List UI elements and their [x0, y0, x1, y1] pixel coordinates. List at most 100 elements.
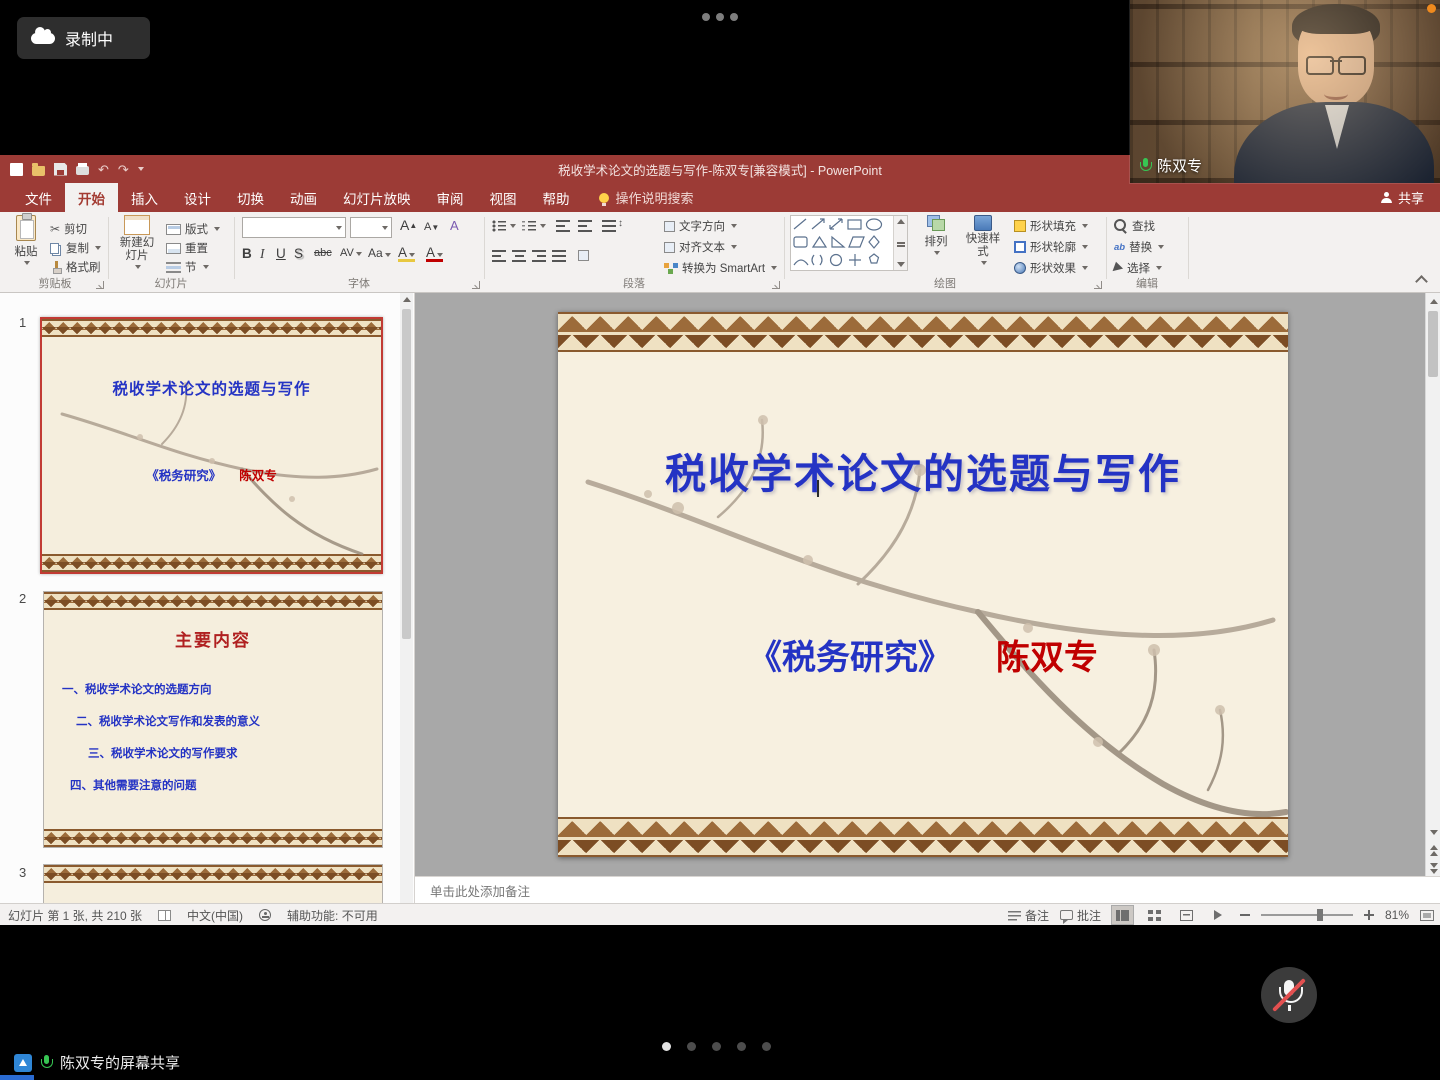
page-dot[interactable] [737, 1042, 746, 1051]
gallery-more-icon[interactable] [897, 242, 905, 244]
new-slide-button[interactable]: 新建幻灯片 [114, 215, 160, 269]
tab-animations[interactable]: 动画 [277, 183, 330, 212]
shape-fill-button[interactable]: 形状填充 [1014, 218, 1088, 234]
page-dot[interactable] [712, 1042, 721, 1051]
print-icon[interactable] [76, 166, 89, 175]
align-right-icon[interactable] [532, 250, 546, 262]
character-spacing-button[interactable]: AV [340, 246, 362, 261]
thumbnail-scrollbar[interactable] [400, 293, 413, 903]
align-left-icon[interactable] [492, 250, 506, 262]
gallery-scroll-down-icon[interactable] [897, 262, 905, 267]
thumb-scrollbar-thumb[interactable] [402, 309, 411, 639]
language-indicator[interactable]: 中文(中国) [187, 907, 243, 924]
text-shadow-button[interactable]: S [294, 246, 303, 261]
tab-insert[interactable]: 插入 [118, 183, 171, 212]
zoom-slider[interactable] [1261, 914, 1353, 916]
text-direction-button[interactable]: 文字方向 [664, 218, 737, 234]
replace-button[interactable]: ab替换 [1114, 239, 1164, 255]
align-text-button[interactable]: 对齐文本 [664, 239, 737, 255]
drawing-dialog-launcher-icon[interactable] [1094, 281, 1102, 289]
clear-format-button[interactable]: A [450, 218, 459, 233]
quick-styles-button[interactable]: 快速样式 [960, 215, 1006, 265]
reading-view-button[interactable] [1176, 906, 1197, 924]
editor-scrollbar[interactable] [1425, 293, 1440, 876]
open-file-icon[interactable] [32, 166, 45, 176]
slide-1-thumbnail[interactable]: 税收学术论文的选题与写作 《税务研究》陈双专 [40, 317, 383, 574]
tab-design[interactable]: 设计 [171, 183, 224, 212]
increase-indent-icon[interactable] [578, 220, 592, 232]
paste-button[interactable]: 粘贴 [6, 215, 46, 265]
paragraph-dialog-launcher-icon[interactable] [772, 281, 780, 289]
arrange-button[interactable]: 排列 [916, 215, 956, 255]
cut-button[interactable]: ✂剪切 [50, 221, 87, 237]
normal-view-button[interactable] [1112, 906, 1133, 924]
slide-sorter-view-button[interactable] [1144, 906, 1165, 924]
customize-qat-icon[interactable] [138, 167, 144, 171]
strikethrough-button[interactable]: abc [314, 246, 332, 261]
fit-to-window-icon[interactable] [1420, 910, 1434, 921]
scroll-down-icon[interactable] [1426, 824, 1440, 840]
shrink-font-button[interactable]: A▼ [424, 220, 439, 235]
tab-review[interactable]: 审阅 [424, 183, 477, 212]
slide-2-thumbnail[interactable]: 主要内容 一、税收学术论文的选题方向 二、税收学术论文写作和发表的意义 三、税收… [43, 591, 383, 848]
font-color-button[interactable]: A [426, 246, 443, 262]
clipboard-dialog-launcher-icon[interactable] [96, 281, 104, 289]
find-button[interactable]: 查找 [1114, 218, 1155, 234]
justify-icon[interactable] [552, 250, 566, 262]
line-spacing-icon[interactable] [602, 220, 616, 232]
italic-button[interactable]: I [260, 246, 265, 261]
comments-toggle-button[interactable]: 批注 [1060, 907, 1101, 924]
zoom-slider-thumb[interactable] [1317, 909, 1323, 921]
slide-subtitle-text[interactable]: 《税务研究》陈双专 [558, 630, 1288, 679]
shapes-gallery-scrollbar[interactable] [893, 216, 907, 270]
notes-toggle-button[interactable]: 备注 [1008, 907, 1049, 924]
copy-button[interactable]: 复制 [50, 240, 101, 256]
mute-button[interactable] [1261, 967, 1317, 1023]
editor-scrollbar-thumb[interactable] [1428, 311, 1438, 377]
page-dot[interactable] [687, 1042, 696, 1051]
previous-slide-icon[interactable] [1426, 842, 1440, 858]
section-button[interactable]: 节 [166, 259, 209, 275]
reset-button[interactable]: 重置 [166, 240, 208, 256]
zoom-level[interactable]: 81% [1385, 908, 1409, 922]
notes-pane[interactable]: 单击此处添加备注 [415, 876, 1440, 903]
slide-title-text[interactable]: 税收学术论文的选题与写作 [558, 440, 1288, 500]
tab-file[interactable]: 文件 [12, 183, 65, 212]
zoom-in-button[interactable] [1364, 910, 1374, 920]
spellcheck-icon[interactable] [158, 910, 171, 921]
decrease-indent-icon[interactable] [556, 220, 570, 232]
align-center-icon[interactable] [512, 250, 526, 262]
shape-effects-button[interactable]: 形状效果 [1014, 260, 1088, 276]
tab-view[interactable]: 视图 [477, 183, 530, 212]
share-button[interactable]: 共享 [1381, 183, 1424, 212]
convert-smartart-button[interactable]: 转换为 SmartArt [664, 260, 777, 276]
font-name-combobox[interactable] [242, 217, 346, 238]
format-painter-button[interactable]: 格式刷 [50, 259, 101, 275]
underline-button[interactable]: U [276, 246, 286, 261]
redo-icon[interactable]: ↷ [118, 163, 129, 176]
font-dialog-launcher-icon[interactable] [472, 281, 480, 289]
slide-3-thumbnail[interactable] [43, 864, 383, 903]
tab-transitions[interactable]: 切换 [224, 183, 277, 212]
columns-icon[interactable] [578, 250, 589, 261]
zoom-out-button[interactable] [1240, 914, 1250, 916]
thumb-scroll-up-icon[interactable] [403, 297, 411, 302]
bold-button[interactable]: B [242, 246, 252, 261]
new-file-icon[interactable] [10, 163, 23, 176]
tab-slideshow[interactable]: 幻灯片放映 [330, 183, 424, 212]
layout-button[interactable]: 版式 [166, 221, 220, 237]
next-slide-icon[interactable] [1426, 860, 1440, 876]
font-size-combobox[interactable] [350, 217, 392, 238]
tell-me-search[interactable]: 操作说明搜索 [599, 183, 694, 212]
scroll-up-icon[interactable] [1426, 293, 1440, 309]
shape-outline-button[interactable]: 形状轮廓 [1014, 239, 1088, 255]
pagination-dots[interactable] [662, 1042, 771, 1051]
select-button[interactable]: 选择 [1114, 260, 1162, 276]
presenter-video[interactable]: 陈双专 [1130, 0, 1440, 183]
slide-canvas[interactable]: 税收学术论文的选题与写作 《税务研究》陈双专 [558, 312, 1288, 857]
gallery-scroll-up-icon[interactable] [897, 219, 905, 224]
page-dot[interactable] [762, 1042, 771, 1051]
bullet-list-icon[interactable] [492, 220, 506, 232]
page-dot-active[interactable] [662, 1042, 671, 1051]
save-icon[interactable] [54, 163, 67, 176]
